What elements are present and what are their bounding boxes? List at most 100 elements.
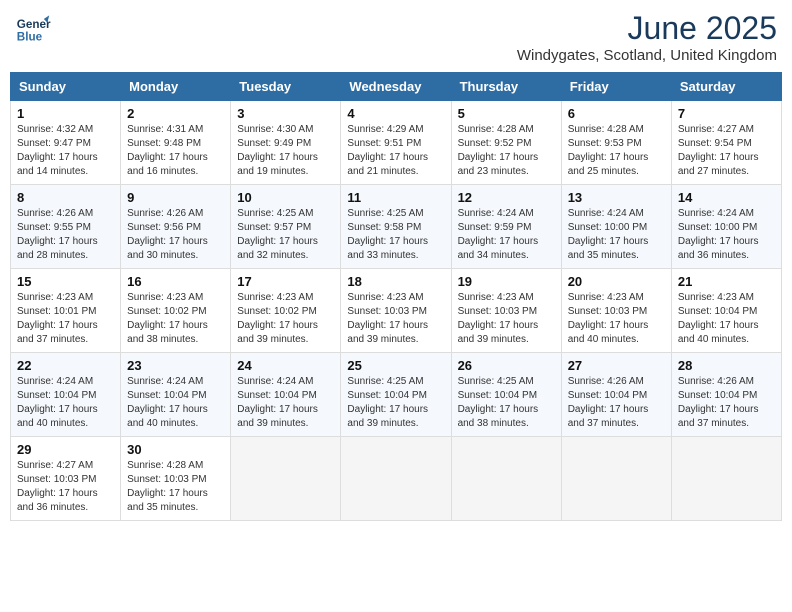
- sunrise-label: Sunrise: 4:25 AM: [237, 208, 313, 219]
- daylight-label: Daylight: 17 hours and 39 minutes.: [237, 404, 318, 429]
- svg-text:Blue: Blue: [17, 31, 43, 44]
- day-number: 6: [568, 106, 665, 121]
- sunset-label: Sunset: 10:00 PM: [678, 222, 758, 233]
- sunset-label: Sunset: 10:02 PM: [127, 306, 207, 317]
- sunrise-label: Sunrise: 4:24 AM: [568, 208, 644, 219]
- page-header: General Blue June 2025 Windygates, Scotl…: [10, 10, 782, 64]
- daylight-label: Daylight: 17 hours and 21 minutes.: [347, 152, 428, 177]
- calendar-day-cell: [341, 437, 451, 521]
- day-number: 11: [347, 190, 444, 205]
- calendar-day-cell: 27 Sunrise: 4:26 AM Sunset: 10:04 PM Day…: [561, 353, 671, 437]
- calendar-day-cell: 28 Sunrise: 4:26 AM Sunset: 10:04 PM Day…: [671, 353, 781, 437]
- calendar-day-cell: 15 Sunrise: 4:23 AM Sunset: 10:01 PM Day…: [11, 269, 121, 353]
- calendar-week-row: 29 Sunrise: 4:27 AM Sunset: 10:03 PM Day…: [11, 437, 782, 521]
- daylight-label: Daylight: 17 hours and 37 minutes.: [17, 320, 98, 345]
- daylight-label: Daylight: 17 hours and 35 minutes.: [127, 488, 208, 513]
- day-number: 28: [678, 358, 775, 373]
- daylight-label: Daylight: 17 hours and 19 minutes.: [237, 152, 318, 177]
- sunset-label: Sunset: 10:04 PM: [17, 390, 97, 401]
- calendar-header-row: SundayMondayTuesdayWednesdayThursdayFrid…: [11, 73, 782, 101]
- sunset-label: Sunset: 10:02 PM: [237, 306, 317, 317]
- day-info: Sunrise: 4:23 AM Sunset: 10:03 PM Daylig…: [458, 291, 555, 347]
- calendar-table: SundayMondayTuesdayWednesdayThursdayFrid…: [10, 72, 782, 521]
- sunrise-label: Sunrise: 4:29 AM: [347, 124, 423, 135]
- sunrise-label: Sunrise: 4:23 AM: [568, 292, 644, 303]
- sunrise-label: Sunrise: 4:23 AM: [458, 292, 534, 303]
- day-number: 26: [458, 358, 555, 373]
- sunset-label: Sunset: 10:03 PM: [127, 474, 207, 485]
- daylight-label: Daylight: 17 hours and 39 minutes.: [347, 404, 428, 429]
- calendar-week-row: 8 Sunrise: 4:26 AM Sunset: 9:55 PM Dayli…: [11, 185, 782, 269]
- calendar-day-cell: 25 Sunrise: 4:25 AM Sunset: 10:04 PM Day…: [341, 353, 451, 437]
- day-info: Sunrise: 4:24 AM Sunset: 10:04 PM Daylig…: [237, 375, 334, 431]
- day-info: Sunrise: 4:28 AM Sunset: 10:03 PM Daylig…: [127, 459, 224, 515]
- daylight-label: Daylight: 17 hours and 14 minutes.: [17, 152, 98, 177]
- day-info: Sunrise: 4:24 AM Sunset: 10:04 PM Daylig…: [17, 375, 114, 431]
- calendar-week-row: 22 Sunrise: 4:24 AM Sunset: 10:04 PM Day…: [11, 353, 782, 437]
- sunrise-label: Sunrise: 4:25 AM: [347, 208, 423, 219]
- calendar-day-cell: 22 Sunrise: 4:24 AM Sunset: 10:04 PM Day…: [11, 353, 121, 437]
- sunrise-label: Sunrise: 4:26 AM: [127, 208, 203, 219]
- calendar-day-cell: 11 Sunrise: 4:25 AM Sunset: 9:58 PM Dayl…: [341, 185, 451, 269]
- daylight-label: Daylight: 17 hours and 39 minutes.: [237, 320, 318, 345]
- day-number: 2: [127, 106, 224, 121]
- sunset-label: Sunset: 9:59 PM: [458, 222, 532, 233]
- calendar-day-cell: 16 Sunrise: 4:23 AM Sunset: 10:02 PM Day…: [121, 269, 231, 353]
- calendar-day-cell: 3 Sunrise: 4:30 AM Sunset: 9:49 PM Dayli…: [231, 101, 341, 185]
- calendar-day-cell: 17 Sunrise: 4:23 AM Sunset: 10:02 PM Day…: [231, 269, 341, 353]
- day-info: Sunrise: 4:25 AM Sunset: 10:04 PM Daylig…: [458, 375, 555, 431]
- day-number: 25: [347, 358, 444, 373]
- calendar-day-cell: 2 Sunrise: 4:31 AM Sunset: 9:48 PM Dayli…: [121, 101, 231, 185]
- sunrise-label: Sunrise: 4:23 AM: [17, 292, 93, 303]
- calendar-day-cell: 4 Sunrise: 4:29 AM Sunset: 9:51 PM Dayli…: [341, 101, 451, 185]
- calendar-day-cell: 20 Sunrise: 4:23 AM Sunset: 10:03 PM Day…: [561, 269, 671, 353]
- day-info: Sunrise: 4:28 AM Sunset: 9:52 PM Dayligh…: [458, 123, 555, 179]
- sunrise-label: Sunrise: 4:27 AM: [678, 124, 754, 135]
- logo-icon: General Blue: [15, 10, 51, 46]
- calendar-day-cell: [231, 437, 341, 521]
- calendar-day-cell: [561, 437, 671, 521]
- calendar-day-cell: 23 Sunrise: 4:24 AM Sunset: 10:04 PM Day…: [121, 353, 231, 437]
- sunset-label: Sunset: 9:47 PM: [17, 138, 91, 149]
- calendar-day-cell: [671, 437, 781, 521]
- day-info: Sunrise: 4:26 AM Sunset: 10:04 PM Daylig…: [678, 375, 775, 431]
- day-number: 22: [17, 358, 114, 373]
- daylight-label: Daylight: 17 hours and 34 minutes.: [458, 236, 539, 261]
- weekday-header: Wednesday: [341, 73, 451, 101]
- sunset-label: Sunset: 10:00 PM: [568, 222, 648, 233]
- sunset-label: Sunset: 10:04 PM: [127, 390, 207, 401]
- daylight-label: Daylight: 17 hours and 40 minutes.: [17, 404, 98, 429]
- day-info: Sunrise: 4:26 AM Sunset: 9:56 PM Dayligh…: [127, 207, 224, 263]
- calendar-day-cell: 14 Sunrise: 4:24 AM Sunset: 10:00 PM Day…: [671, 185, 781, 269]
- calendar-day-cell: 21 Sunrise: 4:23 AM Sunset: 10:04 PM Day…: [671, 269, 781, 353]
- sunset-label: Sunset: 10:04 PM: [568, 390, 648, 401]
- daylight-label: Daylight: 17 hours and 33 minutes.: [347, 236, 428, 261]
- daylight-label: Daylight: 17 hours and 27 minutes.: [678, 152, 759, 177]
- calendar-day-cell: [451, 437, 561, 521]
- day-number: 29: [17, 442, 114, 457]
- daylight-label: Daylight: 17 hours and 36 minutes.: [17, 488, 98, 513]
- day-info: Sunrise: 4:24 AM Sunset: 10:04 PM Daylig…: [127, 375, 224, 431]
- day-number: 27: [568, 358, 665, 373]
- daylight-label: Daylight: 17 hours and 38 minutes.: [458, 404, 539, 429]
- day-number: 13: [568, 190, 665, 205]
- sunrise-label: Sunrise: 4:31 AM: [127, 124, 203, 135]
- day-info: Sunrise: 4:23 AM Sunset: 10:02 PM Daylig…: [127, 291, 224, 347]
- day-number: 17: [237, 274, 334, 289]
- daylight-label: Daylight: 17 hours and 37 minutes.: [568, 404, 649, 429]
- calendar-day-cell: 19 Sunrise: 4:23 AM Sunset: 10:03 PM Day…: [451, 269, 561, 353]
- weekday-header: Monday: [121, 73, 231, 101]
- daylight-label: Daylight: 17 hours and 32 minutes.: [237, 236, 318, 261]
- sunrise-label: Sunrise: 4:26 AM: [678, 376, 754, 387]
- sunrise-label: Sunrise: 4:30 AM: [237, 124, 313, 135]
- weekday-header: Friday: [561, 73, 671, 101]
- daylight-label: Daylight: 17 hours and 39 minutes.: [458, 320, 539, 345]
- sunset-label: Sunset: 9:55 PM: [17, 222, 91, 233]
- sunrise-label: Sunrise: 4:32 AM: [17, 124, 93, 135]
- day-number: 3: [237, 106, 334, 121]
- day-info: Sunrise: 4:24 AM Sunset: 10:00 PM Daylig…: [568, 207, 665, 263]
- sunrise-label: Sunrise: 4:28 AM: [458, 124, 534, 135]
- calendar-week-row: 15 Sunrise: 4:23 AM Sunset: 10:01 PM Day…: [11, 269, 782, 353]
- sunset-label: Sunset: 10:03 PM: [347, 306, 427, 317]
- calendar-day-cell: 13 Sunrise: 4:24 AM Sunset: 10:00 PM Day…: [561, 185, 671, 269]
